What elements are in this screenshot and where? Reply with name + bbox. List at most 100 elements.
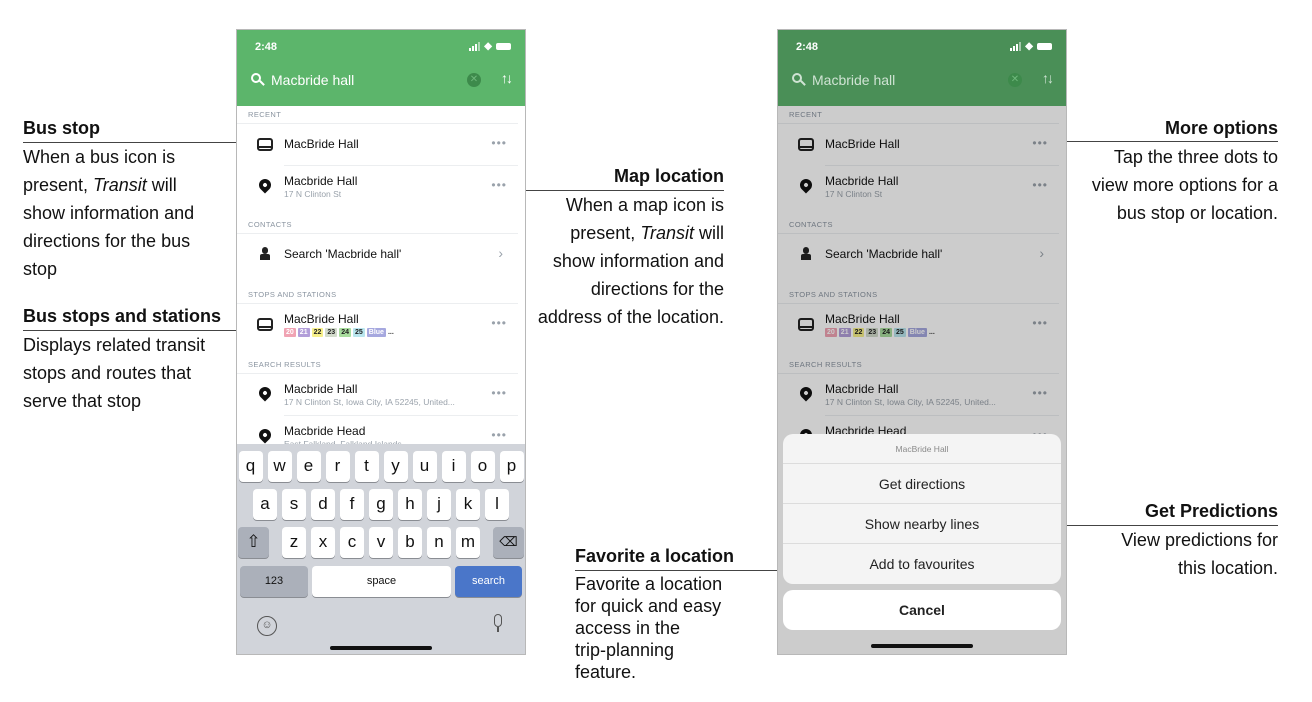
key[interactable]: j <box>427 489 451 520</box>
key[interactable]: q <box>238 451 263 482</box>
key[interactable]: m <box>456 527 480 558</box>
text: show information and <box>552 251 724 271</box>
text: When a map icon is <box>565 195 724 215</box>
emoji-icon[interactable]: ☺ <box>257 616 277 636</box>
app-header: 2:48 ◆ Macbride hall ✕ ↑↓ <box>778 30 1066 106</box>
clear-search-icon[interactable]: ✕ <box>467 73 481 87</box>
text: Transit <box>93 175 147 195</box>
key[interactable]: f <box>340 489 364 520</box>
person-icon <box>257 247 273 263</box>
key[interactable]: s <box>282 489 306 520</box>
text: trip-planning <box>575 640 675 660</box>
text: for quick and easy <box>575 596 722 616</box>
signal-icon <box>1010 42 1022 51</box>
key-space[interactable]: space <box>312 566 451 597</box>
chevron-right-icon: › <box>498 245 503 261</box>
more-options-button[interactable]: ••• <box>491 136 507 150</box>
key[interactable]: w <box>267 451 292 482</box>
key[interactable]: l <box>485 489 509 520</box>
item-title: MacBride Hall <box>284 312 359 326</box>
app-header: 2:48 ◆ Macbride hall ✕ ↑↓ <box>237 30 525 106</box>
add-to-favourites-button[interactable]: Add to favourites <box>783 544 1061 584</box>
search-bar[interactable]: Macbride hall ✕ ↑↓ <box>251 70 513 90</box>
annotation-title: More options <box>1165 118 1278 138</box>
key[interactable]: c <box>340 527 364 558</box>
swap-direction-icon[interactable]: ↑↓ <box>501 70 513 86</box>
text: this location. <box>1177 558 1278 578</box>
text: serve that stop <box>23 391 142 411</box>
clear-search-icon[interactable]: ✕ <box>1008 73 1022 87</box>
key[interactable]: y <box>383 451 408 482</box>
status-bar: 2:48 ◆ <box>255 41 511 55</box>
microphone-icon[interactable] <box>493 614 503 636</box>
key[interactable]: a <box>253 489 277 520</box>
list-item-recent-location[interactable]: Macbride Hall 17 N Clinton St ••• <box>237 166 525 208</box>
more-options-button[interactable]: ••• <box>491 386 507 400</box>
key[interactable]: b <box>398 527 422 558</box>
item-title: Macbride Hall <box>284 174 358 188</box>
key[interactable]: h <box>398 489 422 520</box>
text: Transit <box>640 223 694 243</box>
key[interactable]: u <box>412 451 437 482</box>
item-title: Macbride Hall <box>284 382 358 396</box>
key[interactable]: d <box>311 489 335 520</box>
key[interactable]: x <box>311 527 335 558</box>
keyboard: qwertyuiop asdfghjkl ⇧ z x c v b n m ⌫ 123 space… <box>237 444 525 654</box>
key[interactable]: e <box>296 451 321 482</box>
list-item-contact-search[interactable]: Search 'Macbride hall' › <box>237 234 525 276</box>
section-header-results: SEARCH RESULTS <box>237 356 518 374</box>
text: present, <box>23 175 94 195</box>
get-directions-button[interactable]: Get directions <box>783 464 1061 504</box>
key[interactable]: v <box>369 527 393 558</box>
list-item-result[interactable]: Macbride Hall 17 N Clinton St, Iowa City… <box>237 374 525 416</box>
key-numbers[interactable]: 123 <box>240 566 308 597</box>
key[interactable]: g <box>369 489 393 520</box>
text: present, <box>570 223 641 243</box>
keyboard-row-1: qwertyuiop <box>237 451 525 482</box>
key[interactable]: p <box>499 451 524 482</box>
search-input[interactable]: Macbride hall <box>812 72 895 88</box>
annotation-body: Favorite a location for quick and easy a… <box>575 573 775 683</box>
show-nearby-lines-button[interactable]: Show nearby lines <box>783 504 1061 544</box>
text: When a bus icon is <box>23 147 176 167</box>
status-icons: ◆ <box>1010 41 1052 52</box>
item-title: MacBride Hall <box>284 137 359 151</box>
leader-line <box>575 570 804 571</box>
item-subtitle: 17 N Clinton St <box>284 189 342 199</box>
key[interactable]: r <box>325 451 350 482</box>
search-bar[interactable]: Macbride hall ✕ ↑↓ <box>792 70 1054 90</box>
search-icon <box>792 73 806 87</box>
list-item-recent-stop[interactable]: MacBride Hall ••• <box>237 124 525 166</box>
item-title: Macbride Head <box>284 424 366 438</box>
route-badge: 24 <box>339 328 351 337</box>
keyboard-row-3: ⇧ z x c v b n m ⌫ <box>237 527 525 558</box>
swap-direction-icon[interactable]: ↑↓ <box>1042 70 1054 86</box>
key[interactable]: i <box>441 451 466 482</box>
more-options-button[interactable]: ••• <box>491 428 507 442</box>
key[interactable]: t <box>354 451 379 482</box>
text: stop <box>23 259 58 279</box>
cancel-button[interactable]: Cancel <box>783 590 1061 630</box>
backspace-key[interactable]: ⌫ <box>493 527 524 558</box>
key[interactable]: n <box>427 527 451 558</box>
route-badge: 21 <box>297 328 310 337</box>
keyboard-row-2: asdfghjkl <box>237 489 525 520</box>
shift-key[interactable]: ⇧ <box>238 527 269 558</box>
key-search[interactable]: search <box>455 566 522 597</box>
key[interactable]: z <box>282 527 306 558</box>
battery-icon <box>1037 43 1052 50</box>
more-options-button[interactable]: ••• <box>491 316 507 330</box>
route-badge: Blue <box>366 328 386 337</box>
key[interactable]: o <box>470 451 495 482</box>
text: View predictions for <box>1121 530 1278 550</box>
signal-icon <box>469 42 481 51</box>
key[interactable]: k <box>456 489 480 520</box>
text: will <box>694 223 724 243</box>
more-options-button[interactable]: ••• <box>491 178 507 192</box>
battery-icon <box>496 43 511 50</box>
list-item-stop[interactable]: MacBride Hall 20 21 22 23 24 25 Blue... ••• <box>237 304 525 346</box>
status-time: 2:48 <box>255 41 278 53</box>
section-header-stops: STOPS AND STATIONS <box>237 286 518 304</box>
text: view more options for a <box>1091 175 1278 195</box>
search-input[interactable]: Macbride hall <box>271 72 354 88</box>
